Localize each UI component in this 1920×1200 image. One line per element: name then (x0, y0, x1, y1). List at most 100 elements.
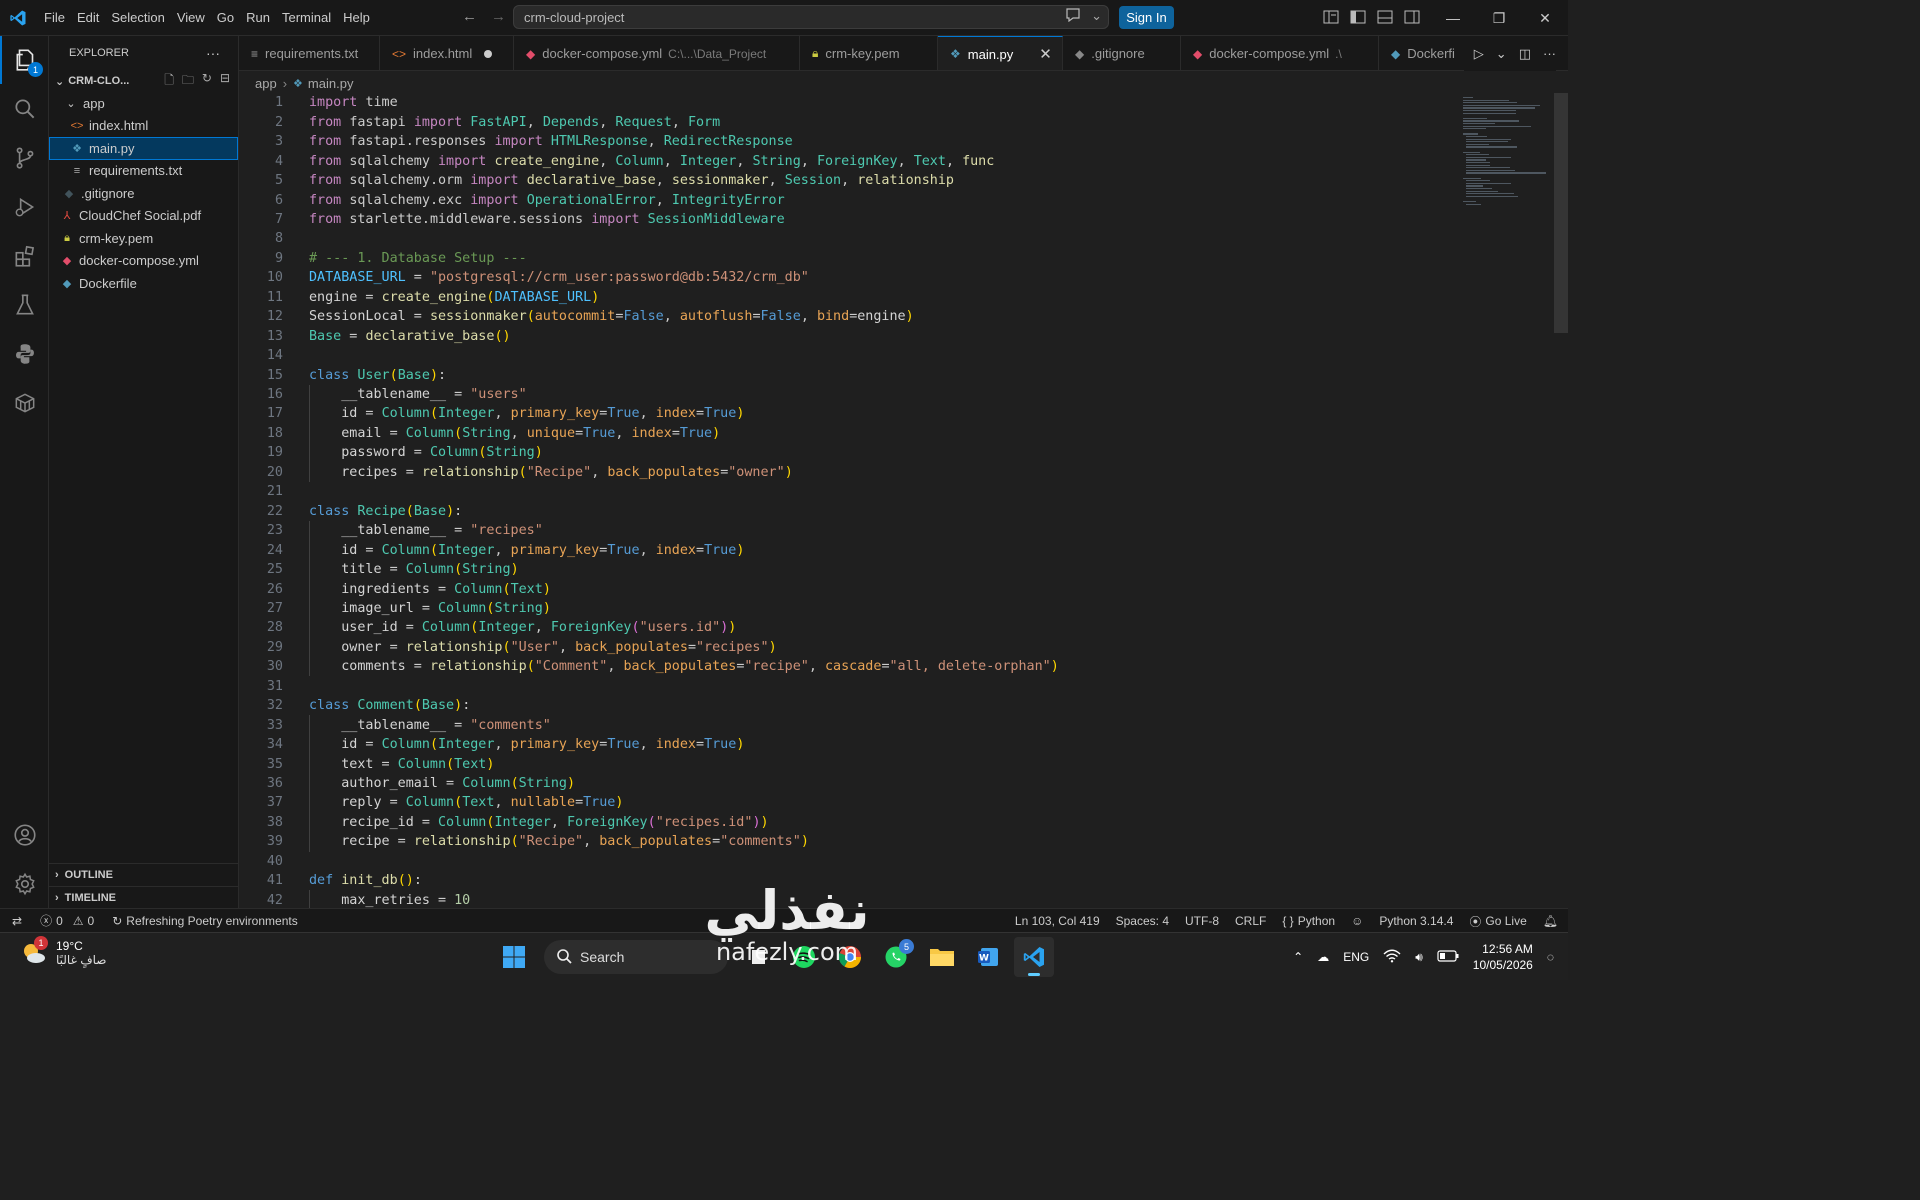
word-icon[interactable]: W (968, 937, 1008, 977)
menu-view[interactable]: View (171, 0, 211, 36)
menu-help[interactable]: Help (337, 0, 376, 36)
menu-selection[interactable]: Selection (105, 0, 170, 36)
encoding[interactable]: UTF-8 (1185, 914, 1219, 928)
search-icon[interactable] (0, 85, 49, 133)
indent-guide (309, 657, 310, 677)
sign-in-button[interactable]: Sign In (1119, 6, 1174, 29)
toggle-panel-icon[interactable] (1376, 8, 1394, 26)
vertical-scrollbar[interactable] (1554, 93, 1568, 333)
explorer-icon[interactable]: 1 (0, 36, 49, 84)
windows-start-icon[interactable] (494, 937, 534, 977)
chevron-right-icon: › (55, 868, 59, 881)
more-actions-icon[interactable]: ··· (206, 45, 220, 61)
run-debug-icon[interactable] (0, 183, 49, 231)
whatsapp-icon[interactable]: 5 (876, 937, 916, 977)
tree-item-pem[interactable]: 🔒︎ crm-key.pem (49, 227, 238, 250)
close-tab-icon[interactable]: ✕ (1039, 45, 1052, 63)
manage-gear-icon[interactable] (0, 860, 49, 908)
customize-layout-icon[interactable] (1322, 8, 1340, 26)
tab-main-py[interactable]: ❖ main.py ✕ (938, 36, 1063, 70)
collapse-all-icon[interactable]: ⊟ (220, 71, 230, 92)
new-folder-icon[interactable]: 🗀 (182, 71, 194, 92)
tree-item-gitignore[interactable]: ◆ .gitignore (49, 182, 238, 205)
indent-guide (309, 618, 310, 638)
chevron-up-icon[interactable]: ⌃ (1293, 950, 1303, 964)
tree-item-main-py[interactable]: ❖ main.py (49, 137, 238, 160)
refresh-icon[interactable]: ↻ (202, 71, 212, 92)
minimap[interactable] (1455, 93, 1565, 273)
onedrive-icon[interactable]: ☁ (1317, 950, 1329, 964)
more-actions-icon[interactable]: ··· (1543, 46, 1556, 61)
cursor-position[interactable]: Ln 103, Col 419 (1015, 914, 1100, 928)
extensions-icon[interactable] (0, 232, 49, 280)
notification-icon[interactable]: ◌ (1547, 950, 1554, 964)
minimize-icon[interactable]: — (1430, 0, 1476, 36)
tab-docker-compose-2[interactable]: ◆ docker-compose.yml .\ (1181, 36, 1379, 70)
line-endings[interactable]: CRLF (1235, 914, 1266, 928)
command-center[interactable]: crm-cloud-project ⌄ (513, 5, 1109, 29)
tab-index-html[interactable]: <> index.html (380, 36, 514, 70)
tree-item-docker-compose[interactable]: ◆ docker-compose.yml (49, 250, 238, 273)
go-live-button[interactable]: ⦿ Go Live (1469, 913, 1526, 930)
tab-gitignore[interactable]: ◆ .gitignore (1063, 36, 1181, 70)
battery-icon[interactable] (1437, 949, 1459, 965)
line-number: 21 (266, 484, 283, 500)
source-control-icon[interactable] (0, 134, 49, 182)
language-label: Python (1297, 914, 1336, 928)
chevron-down-icon[interactable]: ⌄ (1496, 46, 1507, 62)
python-icon[interactable] (0, 330, 49, 378)
file-explorer-icon[interactable] (922, 937, 962, 977)
tab-docker-compose-1[interactable]: ◆ docker-compose.yml C:\...\Data_Project (514, 36, 800, 70)
tab-crm-key[interactable]: 🔒︎ crm-key.pem (800, 36, 938, 70)
menu-terminal[interactable]: Terminal (276, 0, 337, 36)
breadcrumb-folder[interactable]: app (255, 76, 277, 91)
toggle-primary-sidebar-icon[interactable] (1349, 8, 1367, 26)
remote-icon[interactable]: ⇄ (12, 914, 22, 928)
new-file-icon[interactable]: 🗋 (164, 71, 174, 92)
python-interpreter[interactable]: Python 3.14.4 (1379, 914, 1453, 928)
tree-item-app[interactable]: ⌄ app (49, 92, 238, 115)
tree-item-requirements[interactable]: ≡ requirements.txt (49, 160, 238, 183)
close-window-icon[interactable]: ✕ (1522, 0, 1568, 36)
testing-icon[interactable] (0, 281, 49, 329)
toggle-secondary-sidebar-icon[interactable] (1403, 8, 1421, 26)
code-text: title = Column(String) (341, 562, 519, 578)
chat-icon[interactable] (1065, 8, 1081, 25)
menu-go[interactable]: Go (211, 0, 240, 36)
menu-edit[interactable]: Edit (71, 0, 105, 36)
tab-requirements[interactable]: ≡ requirements.txt (239, 36, 380, 70)
indent-guide (309, 734, 310, 755)
restore-icon[interactable]: ❐ (1476, 0, 1522, 36)
input-language[interactable]: ENG (1343, 950, 1369, 964)
vscode-taskbar-icon[interactable] (1014, 937, 1054, 977)
tree-item-pdf[interactable]: ⅄ CloudChef Social.pdf (49, 205, 238, 228)
back-arrow-icon[interactable]: ← (462, 8, 477, 25)
language-mode[interactable]: { } Python (1282, 914, 1335, 928)
menu-run[interactable]: Run (240, 0, 276, 36)
weather-widget[interactable]: 1 19°C صافٍ غالبًا (20, 936, 106, 967)
python-file-icon: ❖ (293, 77, 303, 90)
tree-item-index-html[interactable]: <> index.html (49, 115, 238, 138)
menu-file[interactable]: File (38, 0, 71, 36)
code-line: 17 id = Column(Integer, primary_key=True… (239, 404, 1449, 424)
volume-icon[interactable]: 🔊︎ (1415, 950, 1423, 965)
copilot-icon[interactable]: ☺ (1351, 914, 1363, 928)
breadcrumb-file[interactable]: main.py (308, 76, 354, 91)
problems-indicator[interactable]: ⓧ 0 ⚠ 0 (40, 912, 94, 929)
run-icon[interactable]: ▷ (1474, 46, 1484, 62)
containers-icon[interactable] (0, 379, 49, 427)
root-folder-label: CRM-CLO... (68, 75, 130, 87)
clock[interactable]: 12:56 AM 10/05/2026 (1473, 941, 1533, 973)
indentation[interactable]: Spaces: 4 (1116, 914, 1169, 928)
notifications-bell-icon[interactable]: 🔔︎ (1543, 914, 1558, 928)
accounts-icon[interactable] (0, 811, 49, 859)
split-editor-icon[interactable]: ◫ (1519, 46, 1531, 62)
code-editor[interactable]: 1 import time 2 from fastapi import FastAPI… (239, 93, 1568, 908)
tree-item-dockerfile[interactable]: ◆ Dockerfile (49, 272, 238, 295)
forward-arrow-icon[interactable]: → (491, 8, 506, 25)
timeline-section[interactable]: › TIMELINE (49, 886, 239, 908)
wifi-icon[interactable] (1383, 949, 1401, 966)
root-folder[interactable]: ⌄ CRM-CLO... 🗋 🗀 ↻ ⊟ (49, 70, 238, 92)
chevron-down-icon[interactable]: ⌄ (1091, 8, 1102, 25)
outline-section[interactable]: › OUTLINE (49, 863, 239, 885)
